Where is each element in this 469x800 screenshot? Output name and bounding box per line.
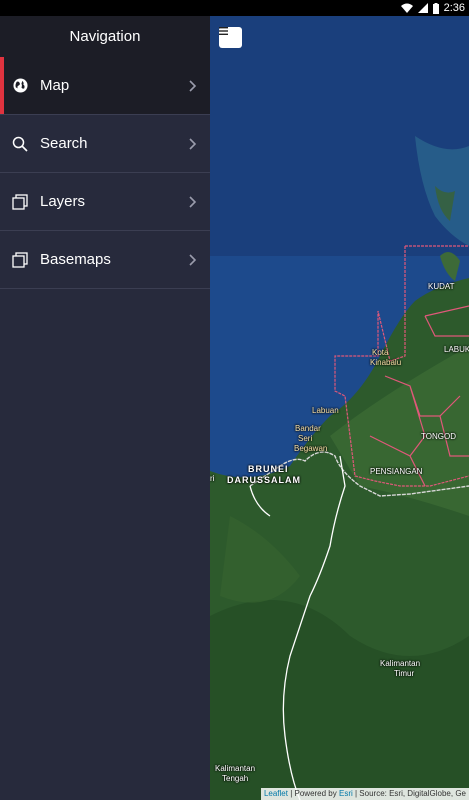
map-label-tengah: Tengah	[222, 774, 249, 783]
chevron-right-icon	[189, 195, 197, 208]
satellite-imagery	[210, 16, 469, 800]
status-time: 2:36	[443, 2, 465, 14]
hamburger-icon	[219, 27, 228, 35]
map-label-bandar: Bandar	[295, 424, 321, 433]
sidebar-item-label: Layers	[40, 193, 86, 210]
map-label-kinabalu: Kinabalu	[370, 358, 402, 367]
map-label-pensiangan: PENSIANGAN	[370, 467, 423, 476]
map-view[interactable]: KUDAT LABUK Kota Kinabalu Labuan Bandar …	[210, 16, 469, 800]
sidebar-item-label: Map	[40, 77, 70, 94]
chevron-right-icon	[189, 79, 197, 92]
map-attribution: Leaflet | Powered by Esri | Source: Esri…	[260, 788, 469, 800]
chevron-right-icon	[189, 253, 197, 266]
status-bar: 2:36	[0, 0, 469, 16]
map-label-timur: Timur	[394, 669, 415, 678]
attribution-powered: | Powered by	[287, 789, 339, 798]
esri-link[interactable]: Esri	[339, 789, 353, 798]
search-icon	[12, 136, 28, 152]
map-label-labuk: LABUK	[444, 345, 469, 354]
map-label-brunei: BRUNEI	[248, 464, 289, 474]
layers-icon	[12, 193, 28, 210]
map-label-tongod: TONGOD	[421, 432, 456, 441]
wifi-icon	[400, 3, 413, 13]
map-label-kalimantan-tengah: Kalimantan	[215, 764, 256, 773]
leaflet-link[interactable]: Leaflet	[264, 789, 288, 798]
navigation-sidebar: Navigation Map Search Layers Basemaps	[0, 16, 210, 800]
map-label-labuan: Labuan	[312, 406, 339, 415]
sidebar-item-search[interactable]: Search	[0, 115, 210, 173]
battery-icon	[432, 2, 439, 14]
sidebar-item-label: Search	[40, 135, 88, 152]
map-label-kudat: KUDAT	[428, 282, 455, 291]
menu-button[interactable]	[219, 27, 242, 48]
sidebar-item-basemaps[interactable]: Basemaps	[0, 231, 210, 289]
map-label-edge: ri	[210, 474, 215, 483]
globe-icon	[12, 78, 28, 94]
sidebar-item-label: Basemaps	[40, 251, 111, 268]
signal-icon	[417, 3, 428, 13]
map-label-begawan: Begawan	[294, 444, 328, 453]
map-label-kota: Kota	[372, 348, 389, 357]
map-label-darussalam: DARUSSALAM	[227, 475, 301, 485]
map-label-seri: Seri	[298, 434, 313, 443]
chevron-right-icon	[189, 137, 197, 150]
sidebar-item-map[interactable]: Map	[0, 57, 210, 115]
attribution-source: | Source: Esri, DigitalGlobe, Ge	[352, 789, 466, 798]
basemaps-icon	[12, 251, 28, 268]
sidebar-item-layers[interactable]: Layers	[0, 173, 210, 231]
map-label-kalimantan-timur: Kalimantan	[380, 659, 421, 668]
sidebar-title: Navigation	[0, 16, 210, 57]
